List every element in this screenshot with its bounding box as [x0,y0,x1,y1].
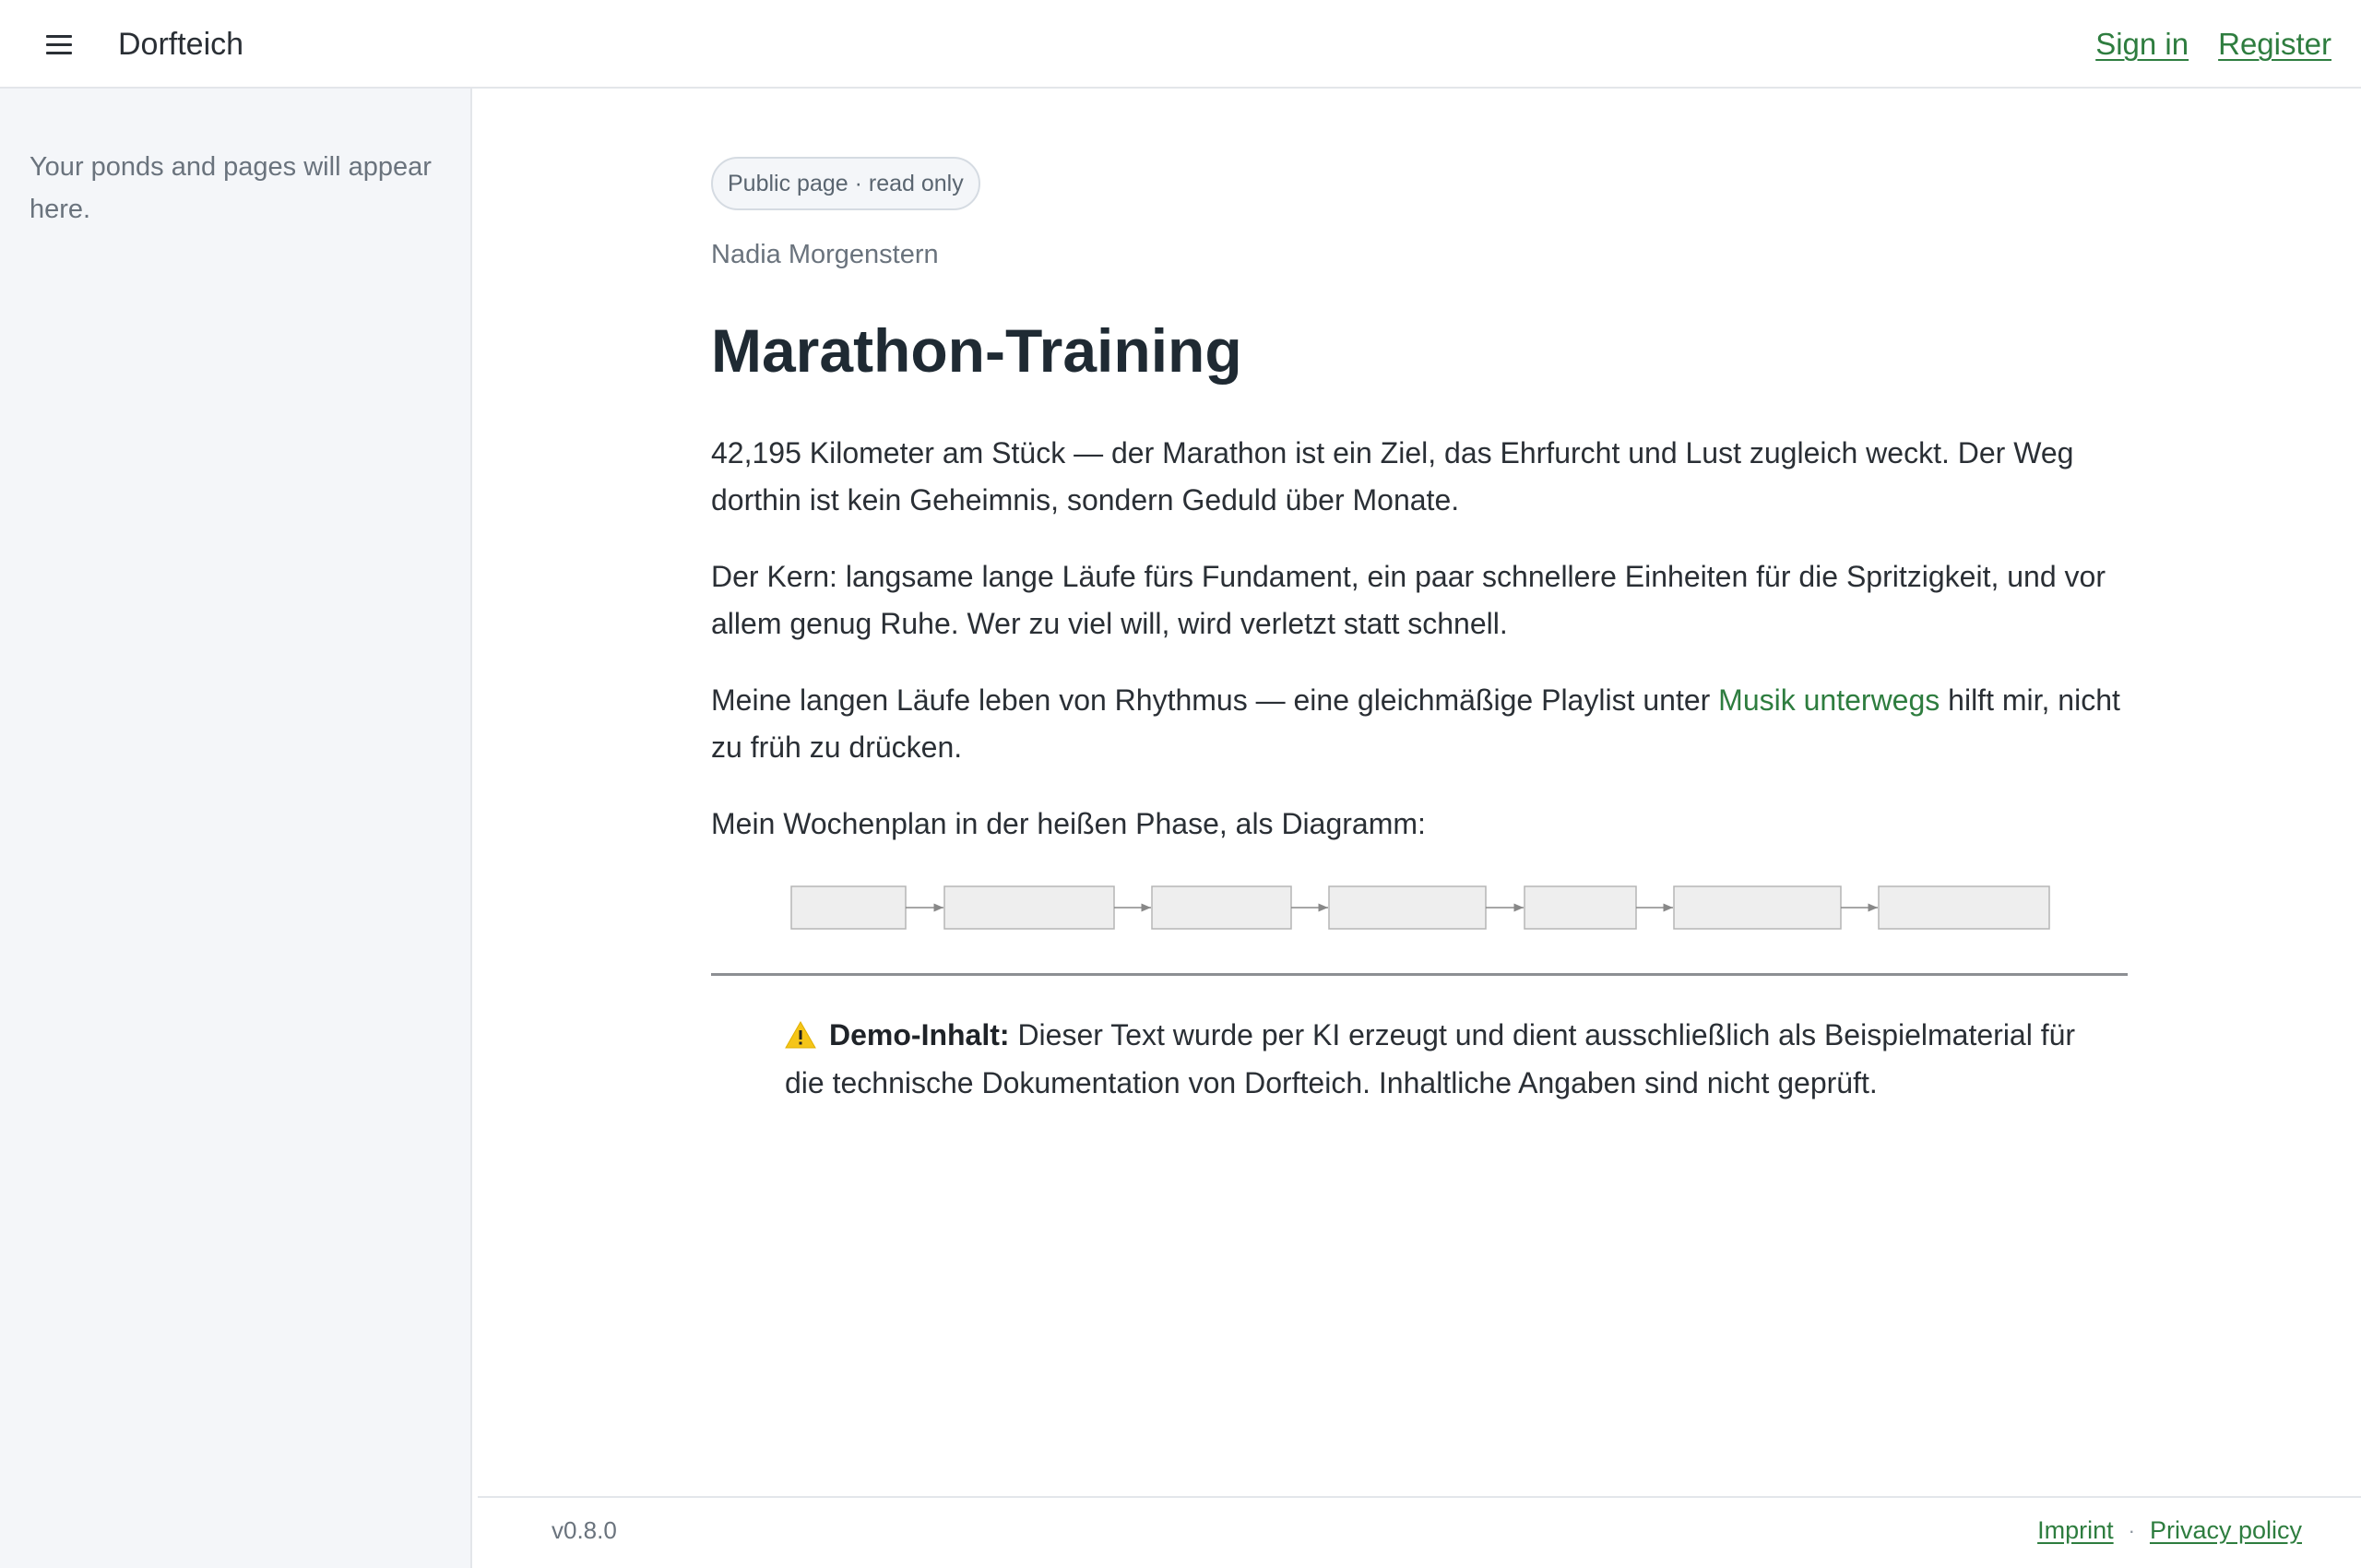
privacy-policy-link[interactable]: Privacy policy [2150,1516,2302,1545]
footer-separator: · [2128,1518,2135,1542]
diagram-node-4 [1328,885,1487,930]
paragraph-diagram-intro: Mein Wochenplan in der heißen Phase, als… [711,807,1426,840]
register-link[interactable]: Register [2218,27,2331,62]
sign-in-link[interactable]: Sign in [2095,27,2189,62]
sidebar-empty-message: Your ponds and pages will appear here. [30,152,432,224]
footer-links: Imprint · Privacy policy [2037,1516,2302,1545]
paragraph-core: Der Kern: langsame lange Läufe fürs Fund… [711,560,2106,640]
warning-icon [785,1021,816,1049]
page-title: Marathon-Training [711,316,1242,385]
weekly-plan-diagram [711,875,2128,949]
diagram-node-2 [943,885,1115,930]
musik-unterwegs-link[interactable]: Musik unterwegs [1718,683,1940,717]
auth-links: Sign in Register [2095,22,2331,66]
paragraph-music: Meine langen Läufe leben von Rhythmus — … [711,677,2128,771]
app-version: v0.8.0 [552,1516,617,1544]
content-divider [711,973,2128,976]
sidebar: Your ponds and pages will appear here. [0,89,472,1568]
footer: v0.8.0 Imprint · Privacy policy [478,1496,2361,1568]
demo-notice: Demo-Inhalt: Dieser Text wurde per KI er… [785,1011,2076,1107]
paragraph-music-text-before: Meine langen Läufe leben von Rhythmus — … [711,683,1719,717]
diagram-node-1 [790,885,907,930]
page-content: Public page · read only Nadia Morgenster… [711,157,2128,1107]
diagram-node-3 [1151,885,1292,930]
demo-notice-label: Demo-Inhalt: [829,1018,1010,1051]
diagram-node-7 [1878,885,2050,930]
hamburger-menu-icon[interactable] [37,22,81,66]
diagram-node-5 [1524,885,1637,930]
app-brand[interactable]: Dorfteich [118,22,243,66]
page-author: Nadia Morgenstern [711,240,939,269]
diagram-svg [790,885,2050,930]
paragraph-intro: 42,195 Kilometer am Stück — der Marathon… [711,436,2074,517]
imprint-link[interactable]: Imprint [2037,1516,2114,1545]
public-readonly-badge: Public page · read only [711,157,980,210]
top-bar: Dorfteich Sign in Register [0,0,2361,89]
diagram-node-6 [1673,885,1842,930]
